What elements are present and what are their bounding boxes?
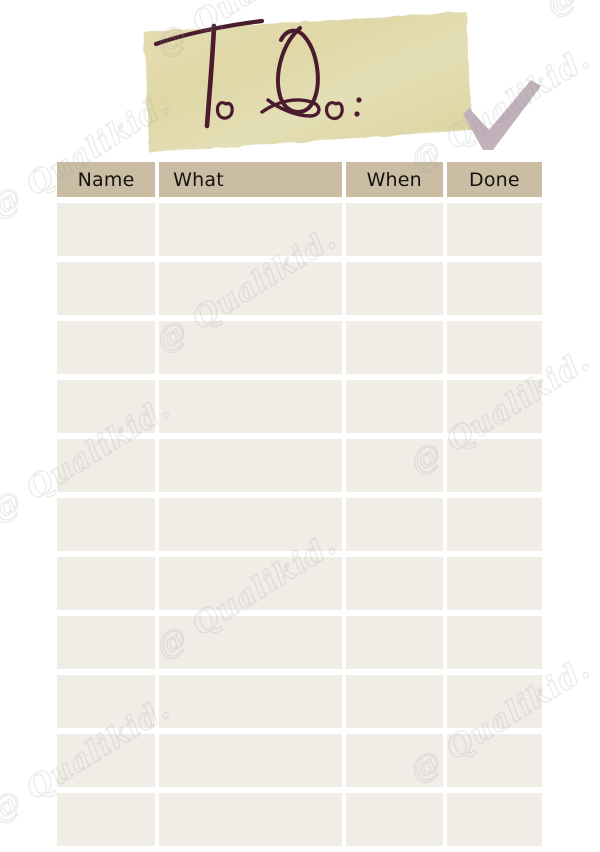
- check-mark-icon: [459, 78, 545, 156]
- column-header-what: What: [159, 162, 342, 197]
- table-cell-name[interactable]: [57, 203, 156, 256]
- check-mark-shape: [463, 80, 541, 150]
- table-row: [57, 616, 542, 669]
- table-cell-done[interactable]: [446, 439, 542, 492]
- table-cell-name[interactable]: [57, 380, 156, 433]
- table-row: [57, 557, 542, 610]
- table-row: [57, 262, 542, 315]
- table-cell-name[interactable]: [57, 793, 156, 846]
- table-row: [57, 793, 542, 846]
- washi-tape: [136, 6, 476, 154]
- table-header-row: Name What When Done: [57, 162, 542, 197]
- table-cell-what[interactable]: [159, 203, 342, 256]
- table-row: [57, 675, 542, 728]
- table-cell-when[interactable]: [345, 439, 443, 492]
- table-cell-when[interactable]: [345, 557, 443, 610]
- table-cell-what[interactable]: [159, 498, 342, 551]
- table-cell-done[interactable]: [446, 616, 542, 669]
- table-cell-when[interactable]: [345, 734, 443, 787]
- table-cell-name[interactable]: [57, 616, 156, 669]
- table-cell-name[interactable]: [57, 262, 156, 315]
- table-cell-when[interactable]: [345, 675, 443, 728]
- table-row: [57, 380, 542, 433]
- table-cell-when[interactable]: [345, 262, 443, 315]
- table-cell-done[interactable]: [446, 793, 542, 846]
- table-row: [57, 498, 542, 551]
- table-cell-done[interactable]: [446, 380, 542, 433]
- table-cell-name[interactable]: [57, 439, 156, 492]
- table-cell-what[interactable]: [159, 321, 342, 374]
- table-cell-what[interactable]: [159, 734, 342, 787]
- table-cell-when[interactable]: [345, 498, 443, 551]
- table-cell-what[interactable]: [159, 616, 342, 669]
- table-cell-what[interactable]: [159, 380, 342, 433]
- table-cell-what[interactable]: [159, 675, 342, 728]
- table-cell-done[interactable]: [446, 262, 542, 315]
- column-header-name: Name: [57, 162, 156, 197]
- column-header-done: Done: [446, 162, 542, 197]
- table-cell-name[interactable]: [57, 321, 156, 374]
- todo-table: Name What When Done: [57, 162, 542, 852]
- table-row: [57, 321, 542, 374]
- table-body: [57, 203, 542, 846]
- table-cell-what[interactable]: [159, 439, 342, 492]
- table-cell-when[interactable]: [345, 321, 443, 374]
- table-cell-when[interactable]: [345, 793, 443, 846]
- table-cell-done[interactable]: [446, 675, 542, 728]
- watermark-text: @ Qualikid.: [539, 0, 600, 24]
- table-cell-done[interactable]: [446, 498, 542, 551]
- table-cell-what[interactable]: [159, 557, 342, 610]
- table-cell-name[interactable]: [57, 734, 156, 787]
- table-row: [57, 439, 542, 492]
- table-cell-when[interactable]: [345, 203, 443, 256]
- table-cell-name[interactable]: [57, 675, 156, 728]
- table-cell-name[interactable]: [57, 557, 156, 610]
- table-cell-done[interactable]: [446, 557, 542, 610]
- table-cell-name[interactable]: [57, 498, 156, 551]
- table-row: [57, 203, 542, 256]
- table-row: [57, 734, 542, 787]
- table-cell-when[interactable]: [345, 616, 443, 669]
- table-cell-when[interactable]: [345, 380, 443, 433]
- table-cell-done[interactable]: [446, 734, 542, 787]
- washi-tape-shape: [144, 12, 472, 152]
- table-cell-done[interactable]: [446, 203, 542, 256]
- table-cell-what[interactable]: [159, 793, 342, 846]
- table-cell-what[interactable]: [159, 262, 342, 315]
- table-cell-done[interactable]: [446, 321, 542, 374]
- column-header-when: When: [345, 162, 443, 197]
